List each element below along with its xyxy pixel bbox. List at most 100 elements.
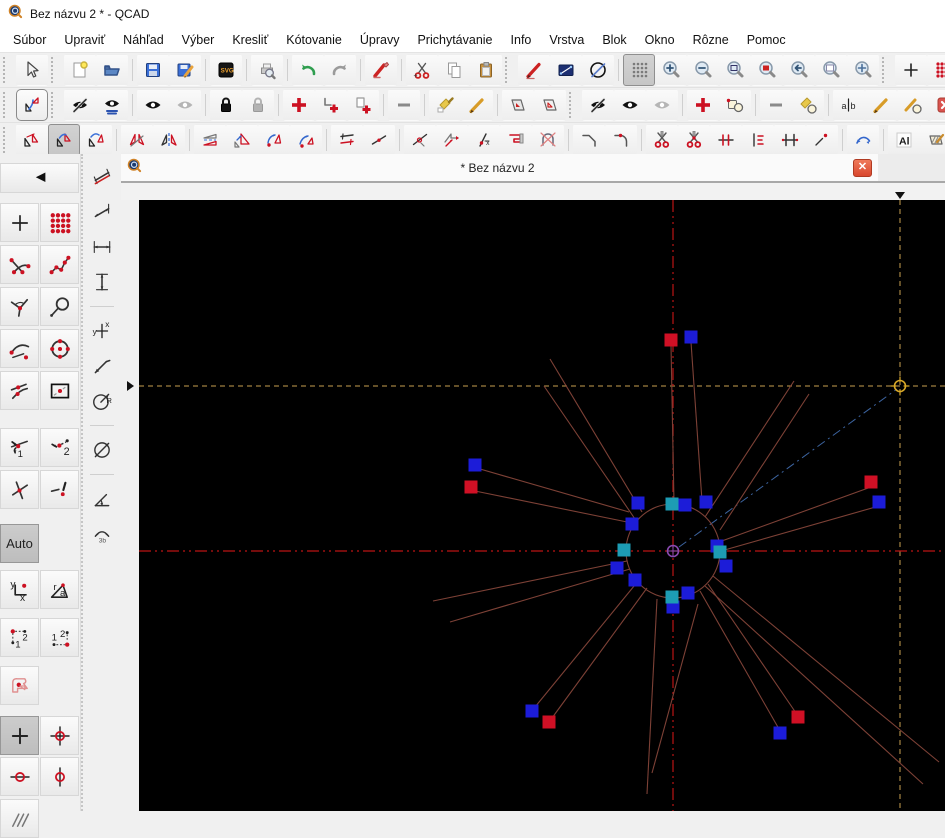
tool-point-plus[interactable]	[0, 203, 39, 242]
dim-arc-button[interactable]: 3b	[88, 521, 116, 547]
tool-fork-tools[interactable]	[0, 287, 39, 326]
plus-doc-button[interactable]	[347, 89, 379, 121]
pencil-block-button[interactable]	[897, 89, 929, 121]
tool-two-lines-dot[interactable]	[0, 371, 39, 410]
hatch-button[interactable]	[920, 124, 945, 156]
layers-a-button[interactable]	[502, 89, 534, 121]
menu-vyber[interactable]: Výber	[173, 30, 224, 50]
tool-line-curve[interactable]	[0, 245, 39, 284]
zoom-pan-button[interactable]	[847, 54, 879, 86]
clip-rect-button[interactable]	[500, 124, 532, 156]
divide-x-button[interactable]: x	[468, 124, 500, 156]
scale-arrows-button[interactable]	[226, 124, 258, 156]
save-as-button[interactable]	[169, 54, 201, 86]
block-shape-button[interactable]	[719, 89, 751, 121]
tool-auto[interactable]: Auto	[0, 524, 39, 563]
flip-vertical-button[interactable]	[153, 124, 185, 156]
tool-ref-two[interactable]: 12	[40, 618, 79, 657]
trim-clip-button[interactable]	[404, 124, 436, 156]
file-new-button[interactable]	[64, 54, 96, 86]
eye-black-button[interactable]	[137, 89, 169, 121]
menu-prichytavanie[interactable]: Prichytávanie	[408, 30, 501, 50]
paste-button[interactable]	[470, 54, 502, 86]
print-preview-button[interactable]	[251, 54, 283, 86]
tool-circle-center[interactable]	[40, 329, 79, 368]
redo-button[interactable]	[324, 54, 356, 86]
select-arrow-button[interactable]	[16, 54, 48, 86]
pencil-yellow-button[interactable]	[461, 89, 493, 121]
selection-handle[interactable]	[610, 561, 624, 575]
eye-slash-button[interactable]	[582, 89, 614, 121]
tool-arc-tools[interactable]	[0, 329, 39, 368]
save-button[interactable]	[137, 54, 169, 86]
dim-angular-button[interactable]	[88, 486, 116, 512]
selection-handle[interactable]	[773, 726, 787, 740]
zoom-fit-button[interactable]	[751, 54, 783, 86]
minus-gray-button[interactable]	[388, 89, 420, 121]
menu-kotovanie[interactable]: Kótovanie	[277, 30, 351, 50]
trim-lines-button[interactable]	[331, 124, 363, 156]
selection-handle[interactable]	[681, 586, 695, 600]
zoom-auto-button[interactable]	[719, 54, 751, 86]
tool-line-excl[interactable]	[40, 470, 79, 509]
selection-handle[interactable]	[678, 498, 692, 512]
undo-button[interactable]	[292, 54, 324, 86]
stretch-arrows-button[interactable]	[436, 124, 468, 156]
tool-plus-small[interactable]	[0, 716, 39, 755]
tool-circle-handle[interactable]	[40, 287, 79, 326]
plus-small-button[interactable]	[895, 54, 927, 86]
menu-blok[interactable]: Blok	[593, 30, 635, 50]
selection-handle[interactable]	[464, 480, 478, 494]
delete-x-button[interactable]	[929, 89, 945, 121]
selection-handle[interactable]	[713, 545, 727, 559]
eye-black-button[interactable]	[614, 89, 646, 121]
tool-crosshair-full[interactable]	[40, 716, 79, 755]
eye-layers-button[interactable]	[96, 89, 128, 121]
pencil-yellow-button[interactable]	[865, 89, 897, 121]
tool-coord-yx[interactable]: yx	[0, 570, 39, 609]
dim-horizontal-button[interactable]	[88, 234, 116, 260]
fillet-button[interactable]	[605, 124, 637, 156]
dim-vertical-button[interactable]	[88, 269, 116, 295]
eye-gray-button[interactable]	[646, 89, 678, 121]
toolbar-grip[interactable]	[3, 127, 13, 153]
menu-pomoc[interactable]: Pomoc	[738, 30, 795, 50]
offset-parallel-button[interactable]	[194, 124, 226, 156]
selection-handle[interactable]	[542, 715, 556, 729]
toolbar-grip[interactable]	[569, 92, 579, 118]
close-document-button[interactable]: ✕	[853, 158, 872, 177]
selection-handle[interactable]	[631, 496, 645, 510]
tool-ref-one[interactable]: 12	[0, 618, 39, 657]
svg-export-button[interactable]: SVG	[210, 54, 242, 86]
tool-iso-lines[interactable]	[0, 799, 39, 838]
toolbar-grip[interactable]	[882, 57, 892, 83]
eye-gray-button[interactable]	[169, 89, 201, 121]
break-h-button[interactable]	[774, 124, 806, 156]
lock-button[interactable]	[210, 89, 242, 121]
cut-button[interactable]: +	[406, 54, 438, 86]
plus-red-bold-button[interactable]	[283, 89, 315, 121]
grid-toggle-button[interactable]	[623, 54, 655, 86]
lengthen-button[interactable]	[363, 124, 395, 156]
lock-gray-button[interactable]	[242, 89, 274, 121]
move-translate-button[interactable]	[16, 124, 48, 156]
drawing-canvas[interactable]	[139, 200, 945, 811]
tool-snap-two[interactable]: 2	[40, 428, 79, 467]
toolbar-grip[interactable]	[3, 57, 13, 83]
selection-handle[interactable]	[468, 458, 482, 472]
selection-handle[interactable]	[791, 710, 805, 724]
chamfer-button[interactable]	[573, 124, 605, 156]
menu-okno[interactable]: Okno	[636, 30, 684, 50]
zoom-window-button[interactable]	[815, 54, 847, 86]
selection-handle[interactable]	[864, 475, 878, 489]
cut-scissors-dot-button[interactable]	[678, 124, 710, 156]
selection-handle[interactable]	[665, 497, 679, 511]
rotate-arc-button[interactable]	[258, 124, 290, 156]
dim-leader-button[interactable]	[88, 353, 116, 379]
copy-button[interactable]	[438, 54, 470, 86]
break-bar-button[interactable]	[742, 124, 774, 156]
minus-gray-button[interactable]	[760, 89, 792, 121]
mirror-button[interactable]	[121, 124, 153, 156]
selection-handle[interactable]	[625, 517, 639, 531]
selection-handle[interactable]	[664, 333, 678, 347]
